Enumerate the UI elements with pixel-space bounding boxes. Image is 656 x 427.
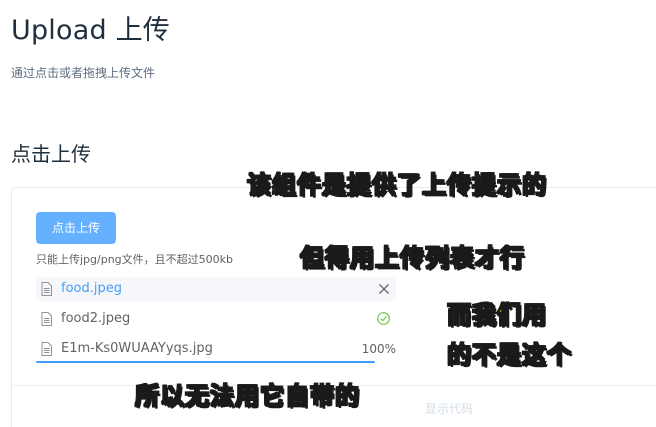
file-list-item[interactable]: E1m-Ks0WUAAYyqs.jpg 100% <box>36 337 396 363</box>
document-icon <box>41 312 52 326</box>
upload-doc-page: Upload 上传 通过点击或者拖拽上传文件 点击上传 点击上传 只能上传jpg… <box>0 0 656 427</box>
progress-bar <box>36 361 375 363</box>
close-icon[interactable] <box>378 283 390 295</box>
file-name[interactable]: E1m-Ks0WUAAYyqs.jpg <box>61 340 213 358</box>
success-check-icon <box>377 312 390 325</box>
progress-fill <box>36 361 375 363</box>
show-code-toggle[interactable]: 显示代码 <box>425 401 473 417</box>
file-list-item[interactable]: food.jpeg <box>36 277 396 301</box>
file-name[interactable]: food.jpeg <box>61 280 122 298</box>
upload-tip: 只能上传jpg/png文件，且不超过500kb <box>36 253 234 266</box>
page-title: Upload 上传 <box>11 15 170 46</box>
document-icon <box>41 342 52 356</box>
file-name[interactable]: food2.jpeg <box>61 310 130 328</box>
document-icon <box>41 282 52 296</box>
card-divider <box>11 385 656 386</box>
file-list-item[interactable]: food2.jpeg <box>36 307 396 331</box>
page-subtitle: 通过点击或者拖拽上传文件 <box>11 66 156 80</box>
progress-percent: 100% <box>361 342 396 356</box>
section-title: 点击上传 <box>11 142 91 166</box>
click-upload-button[interactable]: 点击上传 <box>36 212 116 244</box>
